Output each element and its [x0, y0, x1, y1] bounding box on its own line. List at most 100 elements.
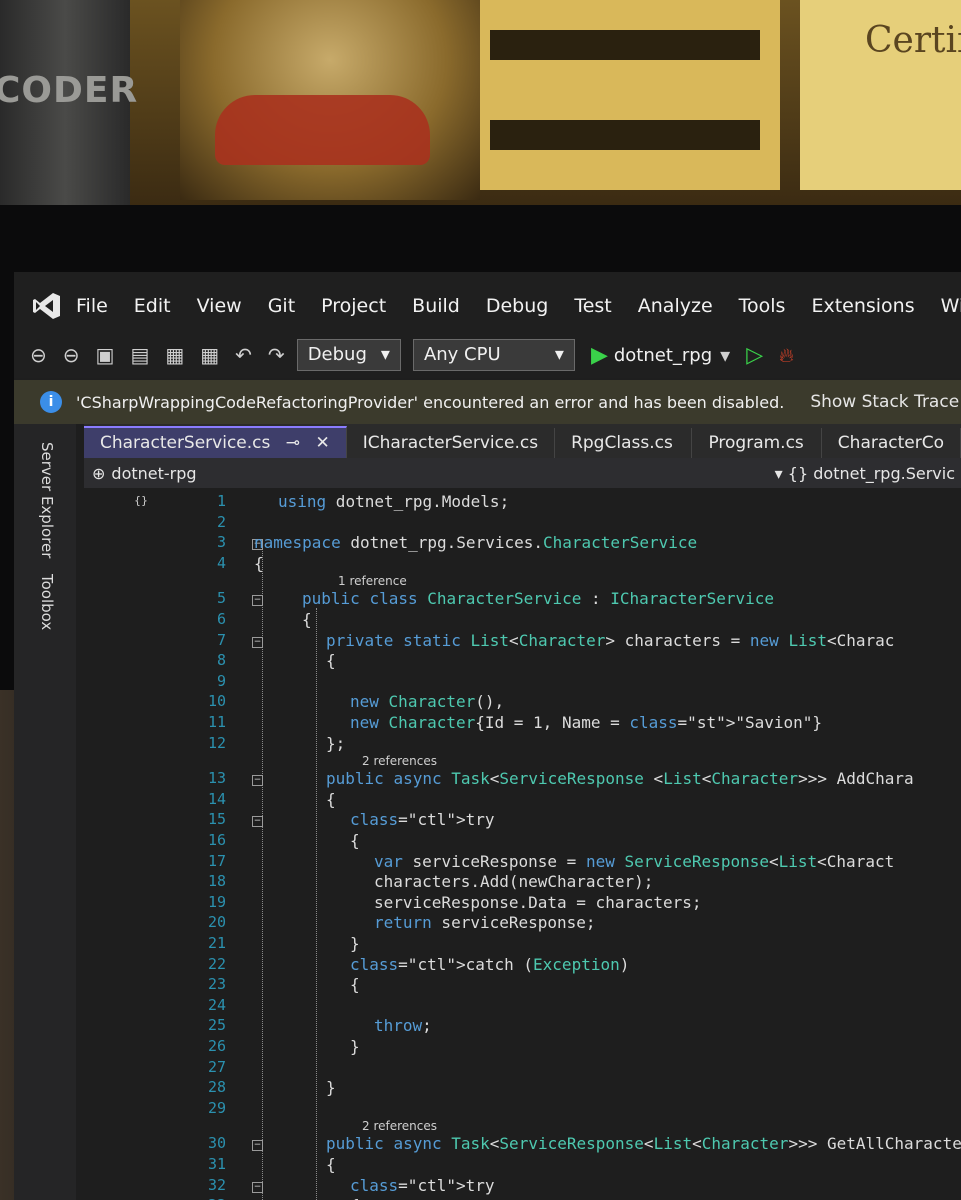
code-line: 32 − class="ctl">try	[84, 1176, 961, 1197]
code-text: class="ctl">try	[350, 810, 495, 830]
code-line: 30 − public async Task<ServiceResponse<Lis…	[84, 1134, 961, 1155]
close-icon[interactable]: ✕	[315, 433, 329, 453]
code-line: 18 characters.Add(newCharacter);	[84, 872, 961, 893]
code-line: 14 {	[84, 790, 961, 811]
menu-file[interactable]: File	[76, 295, 108, 317]
line-number: 22	[207, 954, 226, 973]
code-text: class="ctl">try	[350, 1175, 495, 1195]
tab-label: ICharacterService.cs	[362, 433, 539, 453]
tab-label: CharacterService.cs	[100, 433, 271, 453]
start-debugging-icon[interactable]: ▶	[591, 343, 608, 368]
undo-icon[interactable]: ↶	[235, 343, 252, 367]
codelens-references[interactable]: 2 references	[362, 1119, 437, 1133]
code-line: 16 {	[84, 831, 961, 852]
run-target-label[interactable]: dotnet_rpg	[614, 345, 712, 366]
line-number: 33	[176, 1196, 226, 1200]
collapse-icon[interactable]: −	[252, 775, 263, 787]
collapse-icon[interactable]: −	[252, 1181, 263, 1193]
code-text: {	[326, 789, 336, 809]
line-number: 12	[207, 733, 226, 752]
figurine-red-part	[215, 95, 430, 165]
code-text: public class CharacterService : ICharact…	[302, 589, 775, 609]
new-project-icon[interactable]: ▣	[96, 343, 115, 367]
open-folder-icon[interactable]: ▤	[130, 343, 149, 367]
line-number: 7	[216, 630, 226, 649]
menu-window[interactable]: Window	[941, 295, 961, 317]
menu-extensions[interactable]: Extensions	[811, 295, 914, 317]
code-text: class="ctl">catch (Exception)	[350, 954, 630, 974]
code-line: 23 {	[84, 975, 961, 996]
collapse-icon[interactable]: −	[252, 636, 263, 648]
menu-debug[interactable]: Debug	[486, 295, 548, 317]
configuration-value: Debug	[307, 344, 367, 365]
platform-select[interactable]: Any CPU ▾	[412, 339, 575, 371]
back-icon[interactable]: ⊖	[30, 343, 47, 367]
forward-icon[interactable]: ⊖	[63, 343, 80, 367]
line-number: 28	[207, 1078, 226, 1097]
line-number: 13	[207, 769, 226, 788]
tab-icharacterservice[interactable]: ICharacterService.cs	[347, 428, 556, 458]
menu-edit[interactable]: Edit	[134, 295, 171, 317]
save-icon[interactable]: ▦	[165, 343, 184, 367]
tab-label: CharacterCo	[837, 433, 944, 453]
code-line: 2	[84, 513, 961, 534]
info-bar: i 'CSharpWrappingCodeRefactoringProvider…	[14, 380, 961, 424]
menu-project[interactable]: Project	[321, 295, 386, 317]
code-text: serviceResponse.Data = characters;	[374, 892, 702, 912]
code-editor[interactable]: {} 1 using dotnet_rpg.Models; 2 3− namespace…	[84, 488, 961, 1200]
menu-test[interactable]: Test	[574, 295, 611, 317]
visual-studio-logo-icon[interactable]	[32, 289, 62, 323]
code-line: 15 − class="ctl">try	[84, 810, 961, 831]
line-number: 4	[216, 553, 226, 572]
code-line: 20 return serviceResponse;	[84, 913, 961, 934]
code-line: 12};	[84, 734, 961, 755]
line-number: 19	[207, 892, 226, 911]
code-text: {	[350, 831, 360, 850]
line-number: 25	[207, 1016, 226, 1035]
pin-icon[interactable]: ⊸	[286, 433, 300, 453]
code-text: {	[326, 1155, 336, 1174]
line-number: 15	[207, 810, 226, 829]
tab-charactercontroller[interactable]: CharacterCo	[822, 428, 961, 458]
line-number: 21	[207, 934, 226, 952]
toolbox-tab[interactable]: Toolbox	[38, 574, 56, 630]
code-line: 10 new Character(),	[84, 692, 961, 713]
visual-studio-window: File Edit View Git Project Build Debug T…	[14, 272, 961, 1200]
code-text: }	[326, 1078, 336, 1098]
start-without-debugging-icon[interactable]: ▷	[746, 343, 763, 368]
collapse-icon[interactable]: −	[252, 816, 263, 828]
code-line: 33 {	[84, 1196, 961, 1200]
project-dropdown[interactable]: ⊕ dotnet-rpg	[92, 464, 197, 483]
collapse-icon[interactable]: −	[252, 1140, 263, 1152]
menu-git[interactable]: Git	[268, 295, 295, 317]
menu-tools[interactable]: Tools	[739, 295, 786, 317]
collapse-icon[interactable]: −	[252, 595, 263, 607]
frame-bar	[490, 120, 760, 150]
chevron-down-icon[interactable]: ▾	[720, 343, 730, 367]
tab-rpgclass[interactable]: RpgClass.cs	[555, 428, 693, 458]
show-stack-trace-link[interactable]: Show Stack Trace	[810, 392, 959, 412]
menu-build[interactable]: Build	[412, 295, 460, 317]
code-line: 13 − public async Task<ServiceResponse <Li…	[84, 769, 961, 790]
save-all-icon[interactable]: ▦	[200, 343, 219, 367]
hot-reload-icon[interactable]: 🔥︎	[779, 343, 794, 367]
scope-dropdown[interactable]: ▾ {} dotnet_rpg.Servic	[775, 464, 955, 483]
line-number: 20	[207, 913, 226, 932]
redo-icon[interactable]: ↷	[268, 343, 285, 367]
server-explorer-tab[interactable]: Server Explorer	[38, 442, 56, 558]
codelens-references[interactable]: 1 reference	[338, 574, 407, 588]
tab-program[interactable]: Program.cs	[692, 428, 822, 458]
code-line: 6{	[84, 610, 961, 631]
codelens-references[interactable]: 2 references	[362, 754, 437, 768]
line-number: 8	[216, 651, 226, 670]
code-line: 4{	[84, 554, 961, 575]
code-text: throw;	[374, 1016, 432, 1036]
code-line: 9	[84, 672, 961, 693]
info-icon: i	[40, 391, 62, 413]
tab-characterservice[interactable]: CharacterService.cs ⊸ ✕	[84, 426, 347, 458]
tab-label: Program.cs	[708, 433, 804, 453]
menu-analyze[interactable]: Analyze	[638, 295, 713, 317]
menu-view[interactable]: View	[197, 295, 242, 317]
configuration-select[interactable]: Debug ▾	[296, 339, 401, 371]
picture-frame	[480, 0, 780, 190]
